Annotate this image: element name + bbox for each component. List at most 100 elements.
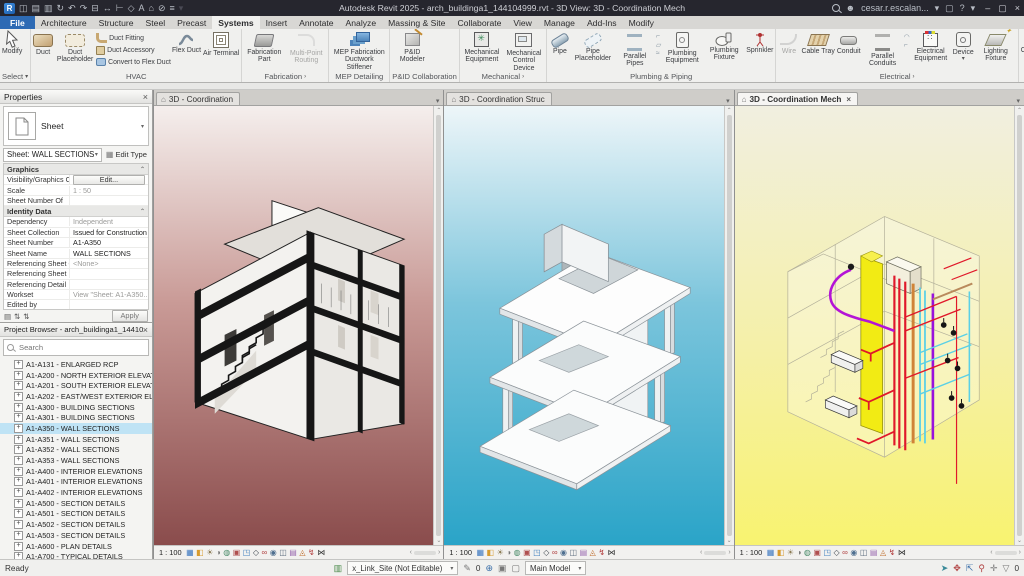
tab-massing-site[interactable]: Massing & Site (382, 16, 451, 29)
sheet-item[interactable]: + A1-A300 - BUILDING SECTIONS (0, 402, 152, 413)
component-button[interactable]: Component▾ (1020, 30, 1024, 61)
restore-button[interactable]: ▢ (998, 3, 1007, 14)
visual-style-icon[interactable]: ◧ (196, 548, 204, 557)
view-tab-3d-coordination-mech[interactable]: ⌂ 3D - Coordination Mech × (736, 92, 859, 105)
worksets-icon[interactable]: ▥ (334, 563, 343, 573)
unlock-3d-view-icon[interactable]: ◇ (543, 548, 549, 557)
unlock-3d-view-icon[interactable]: ◇ (253, 548, 259, 557)
reveal-constraints-icon[interactable]: ⋈ (317, 548, 325, 557)
design-option-icon[interactable]: ▣ (498, 563, 507, 573)
tab-precast[interactable]: Precast (171, 16, 212, 29)
scale-button[interactable]: 1 : 100 (447, 548, 474, 557)
scale-button[interactable]: 1 : 100 (157, 548, 184, 557)
model-canvas-structure[interactable] (444, 106, 724, 545)
collaborate-globe-icon[interactable]: ⊕ (485, 563, 493, 573)
type-selector-caret-icon[interactable]: ▾ (141, 123, 144, 130)
duct-accessory-button[interactable]: Duct Accessory (96, 44, 171, 56)
convert-to-flex-duct-button[interactable]: Convert to Flex Duct (96, 56, 171, 68)
property-row[interactable]: Sheet Number Of (4, 195, 148, 207)
horizontal-scrollbar[interactable]: ‹ › (700, 549, 731, 556)
horizontal-scrollbar[interactable]: ‹ › (410, 549, 441, 556)
properties-header[interactable]: Properties × (0, 90, 152, 104)
worksharing-display-icon[interactable]: ◫ (860, 548, 868, 557)
property-row[interactable]: Referencing Detail (4, 279, 148, 290)
lighting-fixture-button[interactable]: Lighting Fixture (975, 30, 1017, 63)
tab-analyze[interactable]: Analyze (340, 16, 383, 29)
signed-in-user[interactable]: cesar.r.escalan... (861, 3, 929, 13)
temporary-hide-isolate-icon[interactable]: ∞ (262, 548, 268, 557)
aligned-dimension-icon[interactable]: ⊢ (116, 3, 124, 13)
mep-fabrication-ductwork-stiffener-button[interactable]: MEP Fabrication Ductwork Stiffener (330, 30, 388, 71)
design-options-select[interactable]: Main Model ▾ (525, 561, 587, 575)
worksharing-display-icon[interactable]: ◫ (570, 548, 578, 557)
instance-selector[interactable]: Sheet: WALL SECTIONS ▾ (3, 147, 102, 162)
tab-file[interactable]: File (0, 16, 35, 29)
close-button[interactable]: × (1015, 3, 1020, 14)
tab-modify[interactable]: Modify (623, 16, 660, 29)
help-caret-icon[interactable]: ▾ (971, 3, 976, 14)
view-tab-3d-coordination[interactable]: ⌂ 3D - Coordination (156, 92, 241, 105)
view1-scrollbar[interactable]: ⌃ ⌄ (433, 106, 444, 545)
qat-customize-icon[interactable]: ▾ (179, 3, 184, 13)
sheet-item[interactable]: + A1-A700 - TYPICAL DETAILS (0, 551, 152, 559)
show-analytical-model-icon[interactable]: ◬ (590, 548, 596, 557)
rendering-dialog-icon[interactable]: ◍ (514, 548, 521, 557)
air-terminal-button[interactable]: Air Terminal (202, 30, 240, 57)
view-tab-list-caret-icon[interactable]: ▾ (434, 97, 442, 105)
sheet-item[interactable]: + A1-A351 - WALL SECTIONS (0, 434, 152, 445)
vg-edit-button[interactable]: Edit... (73, 174, 145, 185)
rendering-dialog-icon[interactable]: ◍ (223, 548, 230, 557)
crop-view-icon[interactable]: ▣ (813, 548, 821, 557)
editable-only-icon[interactable]: ✎ (463, 563, 471, 573)
show-analytical-model-icon[interactable]: ◬ (299, 548, 305, 557)
sun-path-icon[interactable]: ☀ (497, 548, 504, 557)
sheet-item[interactable]: + A1-A501 - SECTION DETAILS (0, 509, 152, 520)
open-icon[interactable]: ▤ (32, 3, 41, 13)
browser-search[interactable] (3, 339, 149, 356)
sheet-item[interactable]: + A1-A400 - INTERIOR ELEVATIONS (0, 466, 152, 477)
panel-label-select[interactable]: Select ▾ (0, 71, 30, 82)
fabrication-part-button[interactable]: Fabrication Part (243, 30, 285, 64)
sheet-item[interactable]: +A1-A200 - NORTH EXTERIOR ELEVATION (0, 370, 152, 381)
panel-label-model[interactable]: Model (1019, 71, 1024, 82)
project-browser-close-icon[interactable]: × (143, 325, 148, 335)
autodesk-access-icon[interactable]: ▢ (945, 3, 954, 14)
model-canvas-architecture[interactable] (154, 106, 434, 545)
highlight-displacement-icon[interactable]: ↯ (308, 548, 315, 557)
sheet-item[interactable]: + A1-A502 - SECTION DETAILS (0, 519, 152, 530)
reveal-hidden-elements-icon[interactable]: ◉ (270, 548, 277, 557)
worksharing-display-icon[interactable]: ◫ (279, 548, 287, 557)
sun-path-icon[interactable]: ☀ (787, 548, 794, 557)
scale-button[interactable]: 1 : 100 (738, 548, 765, 557)
property-row[interactable]: Sheet Name WALL SECTIONS (4, 248, 148, 259)
parallel-conduits-button[interactable]: Parallel Conduits (862, 30, 904, 68)
temporary-view-properties-icon[interactable]: ▤ (580, 548, 588, 557)
text-icon[interactable]: A (139, 3, 145, 13)
parallel-pipes-button[interactable]: Parallel Pipes (614, 30, 656, 68)
properties-help-icon[interactable]: ▤ (4, 312, 11, 321)
horizontal-scrollbar[interactable]: ‹ › (990, 549, 1021, 556)
save-icon[interactable]: ▥ (44, 3, 53, 13)
sheet-item[interactable]: + A1-A301 - BUILDING SECTIONS (0, 412, 152, 423)
sheet-item[interactable]: + A1-A500 - SECTION DETAILS (0, 498, 152, 509)
panel-label-hvac[interactable]: HVAC (31, 71, 241, 82)
visual-style-icon[interactable]: ◧ (777, 548, 785, 557)
device-button[interactable]: Device ▾ (952, 30, 975, 63)
search-icon[interactable] (831, 4, 840, 12)
sprinkler-button[interactable]: Sprinkler (745, 30, 774, 54)
tag-icon[interactable]: ◇ (128, 3, 135, 13)
section-identity-data[interactable]: Identity Data ⌃ (4, 206, 148, 218)
tab-insert[interactable]: Insert (260, 16, 294, 29)
property-row[interactable]: Visibility/Graphics O...Edit... (4, 174, 148, 186)
reveal-hidden-elements-icon[interactable]: ◉ (560, 548, 567, 557)
tab-annotate[interactable]: Annotate (293, 16, 339, 29)
project-browser-header[interactable]: Project Browser - arch_buildinga1_144104… (0, 323, 152, 337)
view2-scrollbar[interactable]: ⌃ ⌄ (723, 106, 734, 545)
sheet-item[interactable]: + A1-A503 - SECTION DETAILS (0, 530, 152, 541)
sort-grouping-icon[interactable]: ⇅ (23, 312, 29, 321)
reveal-hidden-elements-icon[interactable]: ◉ (850, 548, 857, 557)
filter-icon[interactable]: ▽ (1003, 563, 1010, 573)
sheet-item[interactable]: +A1-A201 - SOUTH EXTERIOR ELEVATION (0, 380, 152, 391)
modify-button[interactable]: Modify (1, 30, 23, 55)
active-workset-select[interactable]: x_Link_Site (Not Editable) ▾ (347, 561, 459, 575)
